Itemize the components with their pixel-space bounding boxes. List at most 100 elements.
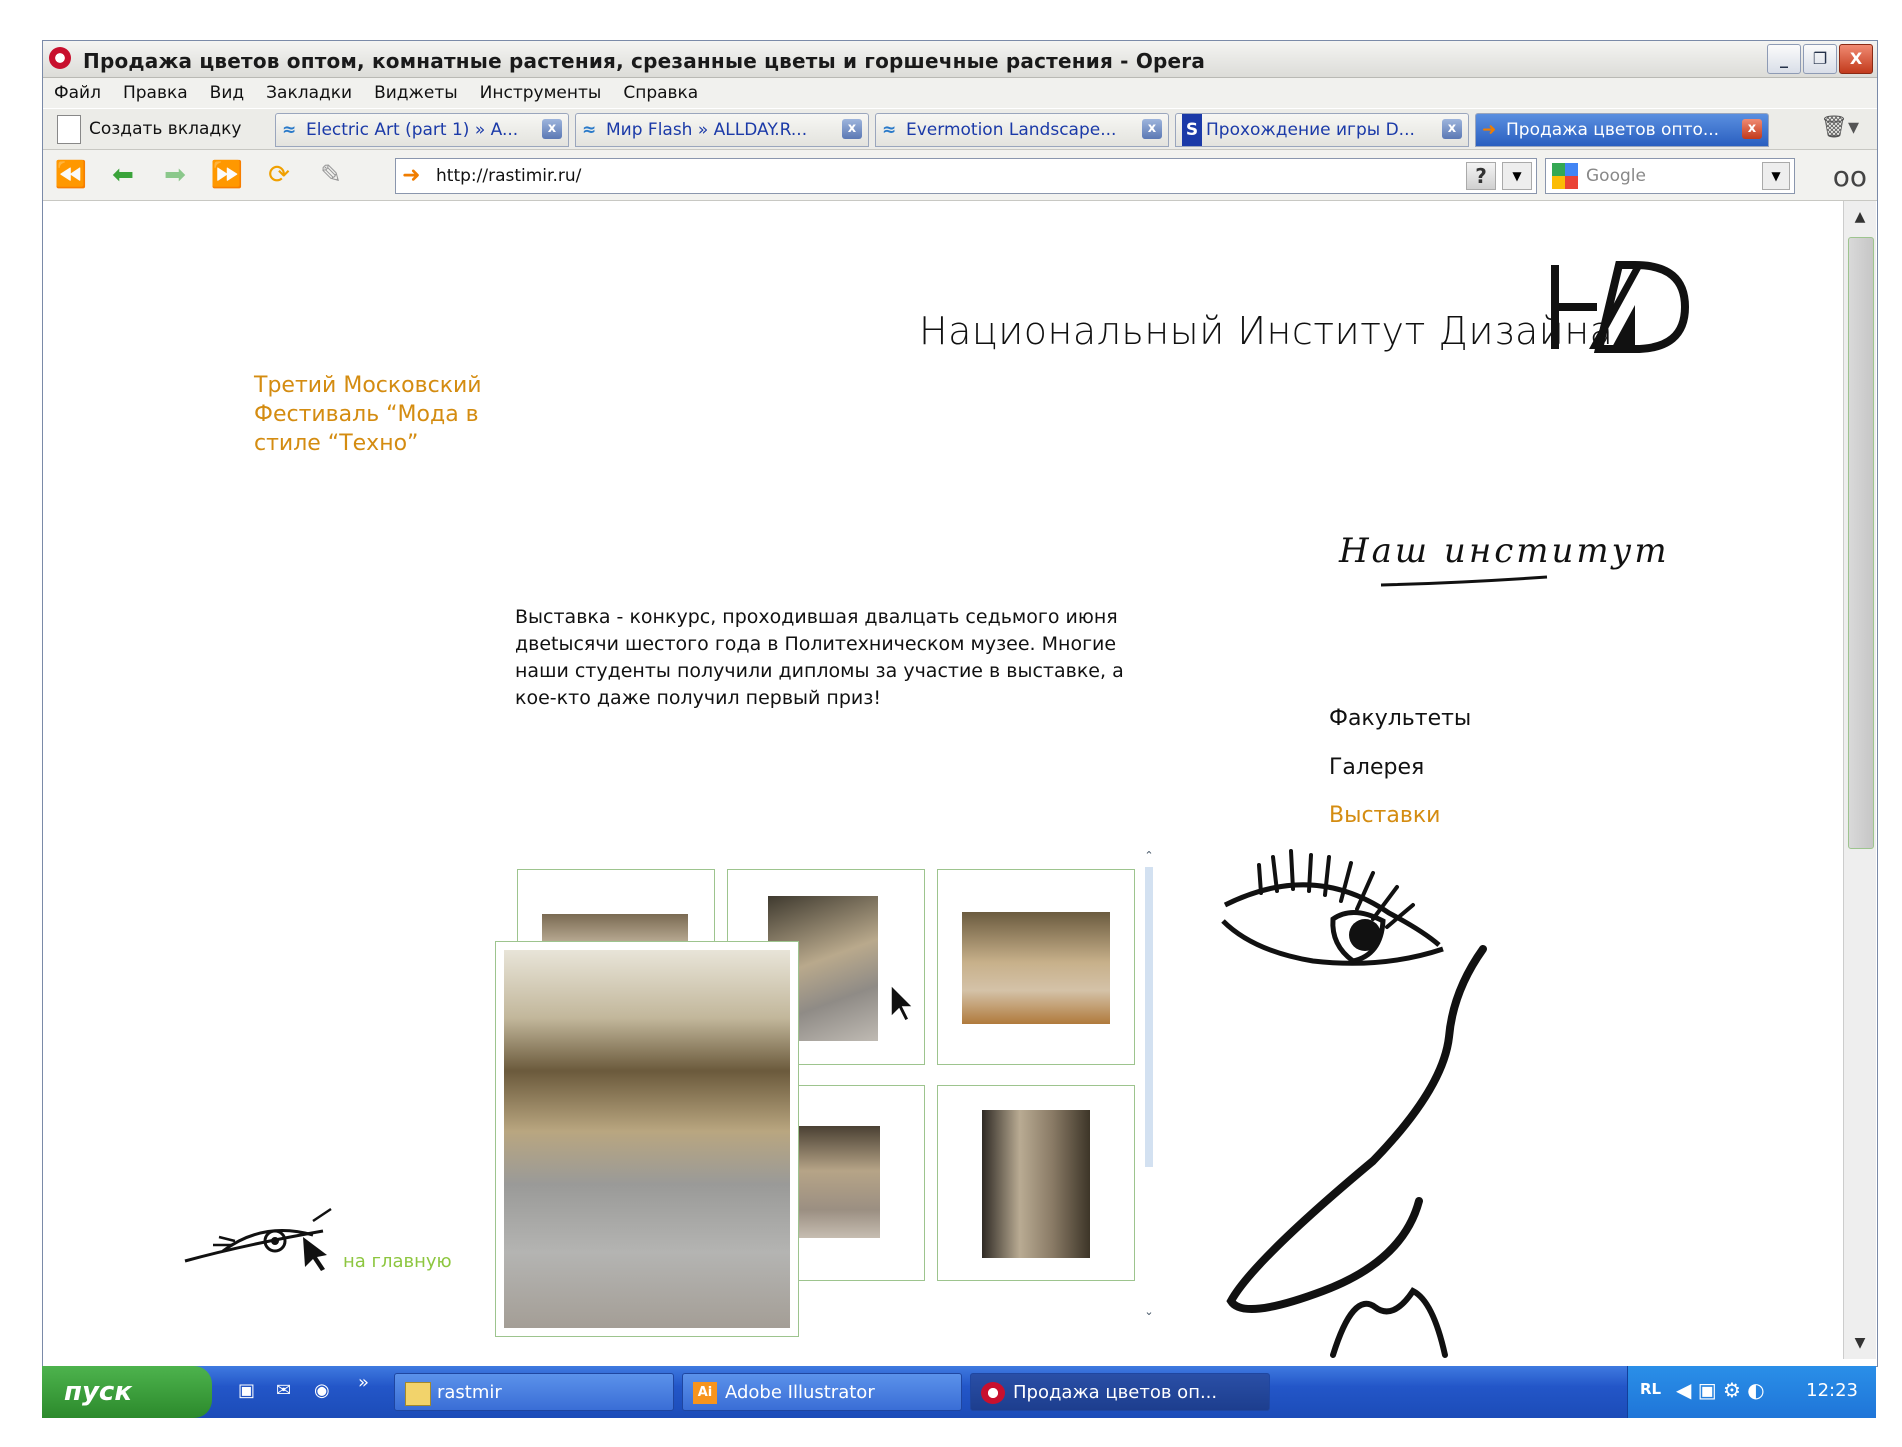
nav-faculties[interactable]: Факультеты [1329,706,1471,731]
wave-icon: ≈ [282,120,297,140]
start-button[interactable]: пуск [42,1366,212,1418]
back-icon[interactable]: ⬅ [105,158,141,192]
address-dropdown-icon[interactable]: ▼ [1502,162,1532,190]
menu-widgets[interactable]: Виджеты [363,78,469,108]
s-icon: S [1182,114,1202,146]
menu-help[interactable]: Справка [612,78,709,108]
exhibition-description: Выставка - конкурс, проходившая двалцать… [515,606,1124,709]
wave-icon: ≈ [882,120,897,140]
tab-label: Electric Art (part 1) » A... [306,120,519,140]
tab-label: Прохождение игры D... [1206,120,1415,140]
help-button[interactable]: ? [1466,162,1496,190]
tab-flowers-active[interactable]: ➜ Продажа цветов опто... x [1475,113,1769,147]
underline-stroke [1380,575,1548,587]
minimize-button[interactable]: _ [1767,44,1801,74]
exhibition-photo [962,912,1110,1024]
tab-electric-art[interactable]: ≈ Electric Art (part 1) » A... x [275,113,569,147]
exhibition-photo [982,1110,1090,1258]
browser-window: Продажа цветов оптом, комнатные растения… [42,40,1878,1367]
nav-heading: Наш институт [1339,531,1670,595]
page-scrollbar[interactable]: ▲ ▼ [1843,201,1876,1359]
window-title: Продажа цветов оптом, комнатные растения… [83,49,1206,73]
opera-icon [49,47,71,69]
search-field[interactable]: Google ▼ [1545,158,1795,194]
menu-file[interactable]: Файл [43,78,112,108]
tab-bar: Создать вкладку ≈ Electric Art (part 1) »… [43,109,1877,150]
opera-icon [981,1382,1005,1404]
close-window-button[interactable]: X [1839,44,1873,74]
close-tab-icon[interactable]: x [1442,119,1462,139]
tray-icons[interactable]: ◀ ▣ ⚙ ◐ [1676,1378,1765,1402]
new-tab-label: Создать вкладку [89,119,242,139]
gallery-thumb[interactable] [937,1085,1135,1281]
quicklaunch-icon[interactable]: ▣ [238,1380,255,1401]
tab-walkthrough[interactable]: S Прохождение игры D... x [1175,113,1469,147]
gallery-scrollbar[interactable]: ⌃ ⌄ [1143,849,1155,1318]
quicklaunch-icon[interactable]: ◉ [314,1380,330,1401]
navigation-bar: ⏪ ⬅ ➡ ⏩ ⟳ ✎ ➜ http://rastimir.ru/ ? ▼ Go… [43,150,1877,201]
trash-icon[interactable]: 🗑▾ [1820,115,1859,140]
taskbar-item-label: rastmir [437,1382,502,1403]
gallery-large-preview[interactable] [495,941,799,1337]
address-bar[interactable]: ➜ http://rastimir.ru/ ? ▼ [395,158,1537,194]
taskbar: пуск ▣ ✉ ◉ » rastmir Ai Adobe Illustrato… [42,1366,1876,1418]
close-tab-icon[interactable]: x [1142,119,1162,139]
scroll-up-icon[interactable]: ▲ [1848,205,1872,229]
more-quicklaunch-icon[interactable]: » [358,1372,369,1393]
menu-edit[interactable]: Правка [112,78,199,108]
title-bar[interactable]: Продажа цветов оптом, комнатные растения… [43,41,1877,78]
scroll-down-icon[interactable]: ⌄ [1143,1305,1155,1319]
fast-forward-icon[interactable]: ⏩ [209,158,245,192]
close-tab-icon[interactable]: x [1742,119,1762,139]
wave-icon: ≈ [582,120,597,140]
forward-icon[interactable]: ➡ [157,158,193,192]
taskbar-item-rastmir[interactable]: rastmir [394,1373,674,1411]
menu-bar: Файл Правка Вид Закладки Виджеты Инструменты С… [43,78,1877,108]
orange-arrow-icon: ➜ [402,163,421,188]
menu-tools[interactable]: Инструменты [469,78,613,108]
arrow-icon: ➜ [1482,120,1497,140]
exhibition-photo-large [504,950,790,1328]
folder-icon [405,1382,431,1406]
scroll-thumb[interactable] [1848,237,1874,849]
illustrator-icon: Ai [693,1382,717,1404]
zoom-glasses-icon[interactable]: oo [1833,160,1867,193]
language-indicator[interactable]: RL [1640,1380,1661,1398]
institute-logo [1551,261,1689,353]
taskbar-item-label: Продажа цветов оп... [1013,1382,1218,1403]
tab-label: Продажа цветов опто... [1506,120,1720,140]
quicklaunch-icon[interactable]: ✉ [276,1380,291,1401]
start-label: пуск [64,1377,132,1407]
scroll-down-icon[interactable]: ▼ [1848,1331,1872,1355]
menu-view[interactable]: Вид [199,78,255,108]
institute-title: Национальный Институт Дизайна [919,309,1614,353]
system-tray: RL ◀ ▣ ⚙ ◐ 12:23 [1627,1366,1876,1418]
menu-bookmarks[interactable]: Закладки [255,78,363,108]
close-tab-icon[interactable]: x [842,119,862,139]
reload-icon[interactable]: ⟳ [261,158,297,192]
tab-mir-flash[interactable]: ≈ Мир Flash » ALLDAY.R... x [575,113,869,147]
small-eye-drawing-icon [184,1207,332,1271]
festival-title: Третий Московский Фестиваль “Мода в стил… [254,373,482,456]
edit-icon[interactable]: ✎ [313,158,349,192]
page-content: Национальный Институт Дизайна Третий Мос… [43,201,1843,1359]
nav-gallery[interactable]: Галерея [1329,755,1424,780]
taskbar-item-label: Adobe Illustrator [725,1382,875,1403]
google-icon [1552,163,1578,189]
taskbar-item-opera[interactable]: Продажа цветов оп... [970,1373,1270,1411]
gallery-thumb[interactable] [937,869,1135,1065]
maximize-button[interactable]: ❐ [1803,44,1837,74]
search-dropdown-icon[interactable]: ▼ [1762,162,1790,190]
address-url: http://rastimir.ru/ [436,166,582,186]
tab-evermotion[interactable]: ≈ Evermotion Landscape... x [875,113,1169,147]
gallery-scroll-track[interactable] [1145,867,1153,1167]
search-placeholder: Google [1586,166,1646,186]
scroll-up-icon[interactable]: ⌃ [1143,849,1155,863]
close-tab-icon[interactable]: x [542,119,562,139]
new-tab-button[interactable]: Создать вкладку [51,113,241,145]
taskbar-item-illustrator[interactable]: Ai Adobe Illustrator [682,1373,962,1411]
rewind-icon[interactable]: ⏪ [53,158,89,192]
tab-label: Мир Flash » ALLDAY.R... [606,120,808,140]
home-link[interactable]: на главную [343,1251,452,1272]
face-drawing-icon [1221,849,1487,1358]
